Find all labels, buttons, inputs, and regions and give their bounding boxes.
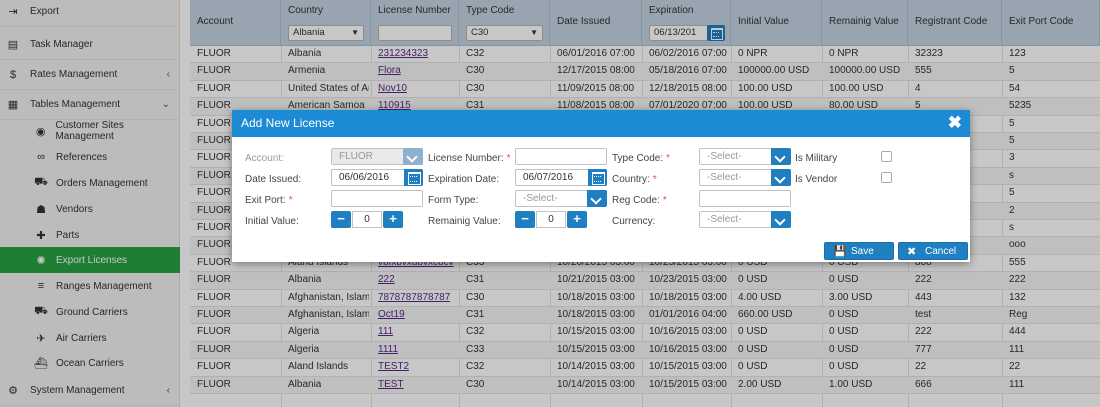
required-mark: * xyxy=(652,174,657,185)
is-military-checkbox[interactable] xyxy=(881,151,892,162)
initial-value-label: Initial Value: xyxy=(245,216,299,227)
required-mark: * xyxy=(662,195,667,206)
license-number-input[interactable] xyxy=(515,148,607,165)
expiration-date-value: 06/07/2016 xyxy=(523,172,574,183)
is-military-label: Is Military xyxy=(795,153,838,164)
account-select: FLUOR xyxy=(331,148,423,165)
currency-placeholder: -Select- xyxy=(707,214,742,225)
country-select[interactable]: -Select- xyxy=(699,169,791,186)
form-type-label: Form Type: xyxy=(428,195,479,206)
date-issued-input[interactable]: 06/06/2016 xyxy=(331,169,423,186)
save-label: Save xyxy=(851,246,874,257)
type-code-label: Type Code: * xyxy=(612,153,670,164)
expiration-date-input[interactable]: 06/07/2016 xyxy=(515,169,607,186)
is-vendor-label: Is Vendor xyxy=(795,174,838,185)
type-code-placeholder: -Select- xyxy=(707,151,742,162)
form-type-placeholder: -Select- xyxy=(523,193,558,204)
chevron-down-icon[interactable] xyxy=(771,148,791,165)
reg-code-label-text: Reg Code: xyxy=(612,195,660,206)
chevron-down-icon xyxy=(403,148,423,165)
remaining-value-label: Remainig Value: xyxy=(428,216,501,227)
save-button[interactable]: 💾 Save xyxy=(824,242,894,260)
license-number-label-text: License Number: xyxy=(428,153,504,164)
remaining-value-field[interactable]: 0 xyxy=(536,211,566,228)
form-type-select[interactable]: -Select- xyxy=(515,190,607,207)
currency-select[interactable]: -Select- xyxy=(699,211,791,228)
license-number-label: License Number: * xyxy=(428,153,511,164)
cancel-label: Cancel xyxy=(925,246,957,257)
required-mark: * xyxy=(506,153,511,164)
calendar-icon[interactable] xyxy=(404,169,423,186)
chevron-down-icon[interactable] xyxy=(587,190,607,207)
type-code-label-text: Type Code: xyxy=(612,153,664,164)
country-label: Country: * xyxy=(612,174,657,185)
expiration-date-label: Expiration Date: xyxy=(428,174,500,185)
chevron-down-icon[interactable] xyxy=(771,211,791,228)
chevron-down-icon[interactable] xyxy=(771,169,791,186)
required-mark: * xyxy=(288,195,293,206)
modal-title: Add New License xyxy=(241,116,335,130)
date-issued-value: 06/06/2016 xyxy=(339,172,390,183)
reg-code-input[interactable] xyxy=(699,190,791,207)
cancel-icon: ✖ xyxy=(907,246,917,258)
plus-icon[interactable]: + xyxy=(383,211,403,228)
modal-header: Add New License ✖ xyxy=(232,110,970,137)
close-icon[interactable]: ✖ xyxy=(948,113,962,133)
initial-value-stepper: − 0 + xyxy=(331,211,403,228)
currency-label: Currency: xyxy=(612,216,656,227)
type-code-select[interactable]: -Select- xyxy=(699,148,791,165)
is-vendor-checkbox[interactable] xyxy=(881,172,892,183)
exit-port-label: Exit Port: * xyxy=(245,195,292,206)
remaining-value-stepper: − 0 + xyxy=(515,211,587,228)
country-placeholder: -Select- xyxy=(707,172,742,183)
exit-port-label-text: Exit Port: xyxy=(245,195,286,206)
add-license-modal: Add New License ✖ Account: FLUOR License… xyxy=(232,110,970,262)
calendar-icon[interactable] xyxy=(588,169,607,186)
country-label-text: Country: xyxy=(612,174,650,185)
floppy-icon: 💾 xyxy=(833,246,847,258)
cancel-button[interactable]: ✖ Cancel xyxy=(898,242,968,260)
minus-icon[interactable]: − xyxy=(515,211,535,228)
plus-icon[interactable]: + xyxy=(567,211,587,228)
initial-value-field[interactable]: 0 xyxy=(352,211,382,228)
minus-icon[interactable]: − xyxy=(331,211,351,228)
exit-port-input[interactable] xyxy=(331,190,423,207)
reg-code-label: Reg Code: * xyxy=(612,195,667,206)
date-issued-label: Date Issued: xyxy=(245,174,302,185)
account-value: FLUOR xyxy=(339,151,373,162)
required-mark: * xyxy=(666,153,671,164)
account-label: Account: xyxy=(245,153,284,164)
